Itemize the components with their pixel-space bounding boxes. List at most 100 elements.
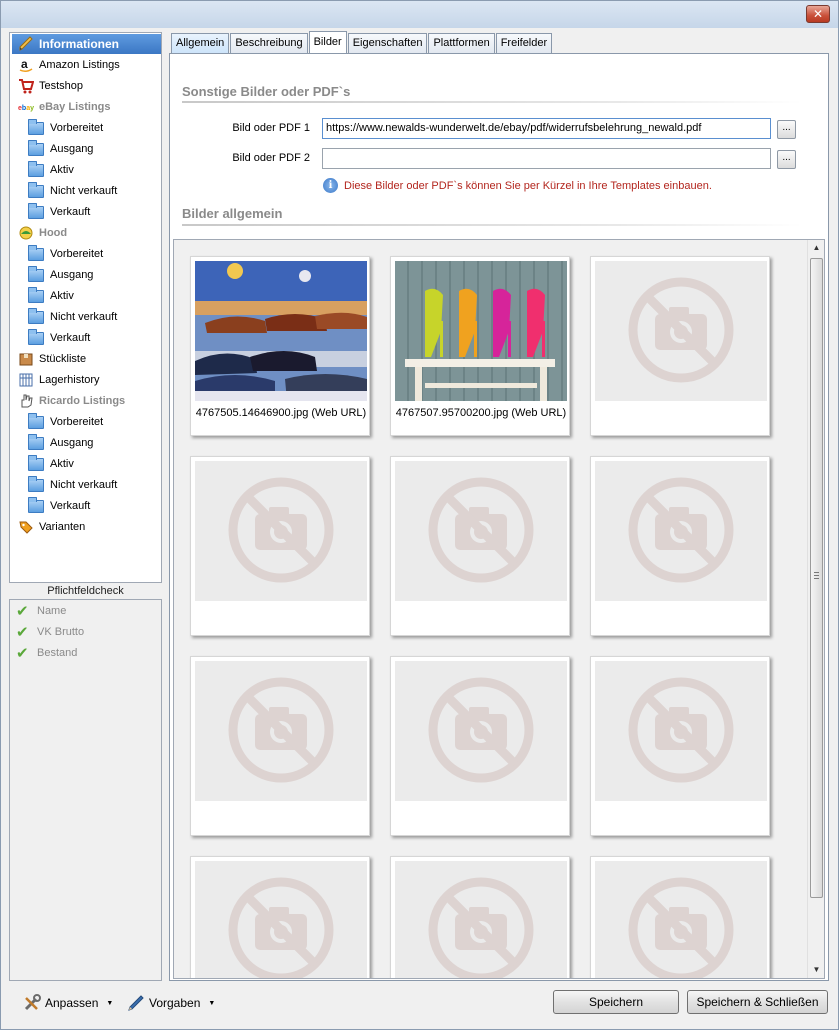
image-gallery: 4767507.95700200.jpg (Web URL) 4767505.14… [173, 239, 825, 979]
scroll-up-icon[interactable]: ▲ [808, 240, 824, 256]
info-note: i Diese Bilder oder PDF`s können Sie per… [323, 178, 712, 193]
tab-eigenschaften[interactable]: Eigenschaften [347, 33, 428, 53]
close-button[interactable]: ✕ [806, 5, 830, 23]
nav-item-aktiv[interactable]: Aktiv [12, 454, 161, 474]
image-thumbnail[interactable] [395, 461, 567, 601]
field1-browse-button[interactable]: ... [777, 120, 796, 139]
image-thumbnail[interactable] [595, 861, 767, 978]
no-image-icon [628, 877, 734, 978]
folder-icon [28, 412, 44, 429]
nav-item-aktiv[interactable]: Aktiv [12, 160, 161, 180]
nav-item-amazon-listings[interactable]: a Amazon Listings [12, 55, 161, 75]
nav-item-nicht-verkauft[interactable]: Nicht verkauft [12, 307, 161, 327]
image-card[interactable] [590, 456, 770, 636]
pen-icon [128, 995, 144, 1011]
image-thumbnail[interactable] [395, 861, 567, 978]
shopping-cart-icon [19, 79, 34, 94]
tab-allgemein[interactable]: Allgemein [171, 33, 230, 53]
nav-item-label: Vorbereitet [50, 248, 104, 260]
image-card[interactable] [390, 456, 570, 636]
field2-browse-button[interactable]: ... [777, 150, 796, 169]
image-card[interactable] [190, 456, 370, 636]
image-card[interactable] [190, 656, 370, 836]
nav-item-ricardo-listings[interactable]: Ricardo Listings [12, 391, 161, 411]
image-thumbnail[interactable] [195, 461, 367, 601]
nav-item-label: Verkauft [50, 500, 91, 512]
nav-item-label: Stückliste [39, 353, 87, 365]
image-card[interactable]: 4767507.95700200.jpg (Web URL) [390, 256, 570, 436]
nav-item-verkauft[interactable]: Verkauft [12, 328, 161, 348]
nav-item-varianten[interactable]: Varianten [12, 517, 161, 537]
vorgaben-dropdown[interactable]: Vorgaben ▼ [127, 994, 215, 1012]
nav-item-ausgang[interactable]: Ausgang [12, 433, 161, 453]
section-divider [182, 224, 802, 226]
nav-item-verkauft[interactable]: Verkauft [12, 202, 161, 222]
close-icon: ✕ [812, 7, 824, 21]
image-thumbnail[interactable] [195, 261, 367, 401]
shoes-photo [195, 261, 367, 401]
pflicht-item: ✔ Bestand [16, 644, 77, 662]
image-thumbnail[interactable] [195, 861, 367, 978]
image-thumbnail[interactable] [595, 261, 767, 401]
pflicht-item-label: Bestand [37, 647, 78, 659]
folder-icon [28, 265, 44, 282]
nav-item-aktiv[interactable]: Aktiv [12, 286, 161, 306]
image-caption: 4767505.14646900.jpg (Web URL) [195, 407, 367, 419]
nav-item-informationen[interactable]: Informationen [12, 34, 161, 54]
nav-item-vorbereitet[interactable]: Vorbereitet [12, 412, 161, 432]
tab-freifelder[interactable]: Freifelder [495, 33, 553, 53]
image-card[interactable] [590, 256, 770, 436]
nav-item-ausgang[interactable]: Ausgang [12, 139, 161, 159]
nav-item-nicht-verkauft[interactable]: Nicht verkauft [12, 475, 161, 495]
tools-icon [24, 994, 41, 1011]
nav-item-label: Nicht verkauft [50, 311, 118, 323]
nav-item-label: Lagerhistory [39, 374, 100, 386]
anpassen-dropdown[interactable]: Anpassen ▼ [23, 994, 113, 1012]
image-thumbnail[interactable] [595, 461, 767, 601]
nav-item-vorbereitet[interactable]: Vorbereitet [12, 118, 161, 138]
image-card[interactable]: 4767505.14646900.jpg (Web URL) [190, 256, 370, 436]
image-card[interactable] [390, 856, 570, 978]
field1-input[interactable]: https://www.newalds-wunderwelt.de/ebay/p… [322, 118, 771, 139]
nav-item-lagerhistory[interactable]: Lagerhistory [12, 370, 161, 390]
save-and-close-button[interactable]: Speichern & Schließen [687, 990, 828, 1014]
image-thumbnail[interactable] [195, 661, 367, 801]
image-thumbnail[interactable] [395, 661, 567, 801]
tab-plattformen[interactable]: Plattformen [428, 33, 495, 53]
nav-item-stückliste[interactable]: Stückliste [12, 349, 161, 369]
grip-line [814, 572, 819, 573]
image-card[interactable] [590, 656, 770, 836]
scroll-thumb[interactable] [810, 258, 823, 898]
nav-item-label: Nicht verkauft [50, 185, 118, 197]
image-thumbnail[interactable] [395, 261, 567, 401]
no-image-icon [628, 477, 734, 583]
gallery-scrollbar[interactable]: ▲ ▼ [807, 240, 824, 978]
image-card[interactable] [390, 656, 570, 836]
pflicht-item-label: VK Brutto [37, 626, 85, 638]
checkmark-icon: ✔ [16, 624, 29, 641]
nav-item-ausgang[interactable]: Ausgang [12, 265, 161, 285]
nav-item-testshop[interactable]: Testshop [12, 76, 161, 96]
field2-label: Bild oder PDF 2 [232, 152, 310, 164]
nav-item-nicht-verkauft[interactable]: Nicht verkauft [12, 181, 161, 201]
tab-beschreibung[interactable]: Beschreibung [230, 33, 308, 53]
image-card[interactable] [590, 856, 770, 978]
tab-bilder[interactable]: Bilder [308, 31, 347, 53]
nav-item-verkauft[interactable]: Verkauft [12, 496, 161, 516]
image-thumbnail[interactable] [595, 661, 767, 801]
no-image-icon [228, 677, 334, 783]
image-card[interactable] [190, 856, 370, 978]
anpassen-label: Anpassen [45, 996, 99, 1010]
nav-item-label: Aktiv [50, 164, 74, 176]
navigation-tree: Informationen a Amazon Listings Testshop eba… [9, 32, 162, 583]
folder-icon [28, 433, 44, 450]
field1-label: Bild oder PDF 1 [232, 122, 310, 134]
nav-item-ebay-listings[interactable]: ebay eBay Listings [12, 97, 161, 117]
field2-input[interactable] [322, 148, 771, 169]
no-image-icon [428, 477, 534, 583]
scroll-down-icon[interactable]: ▼ [808, 962, 824, 978]
nav-item-hood[interactable]: Hood [12, 223, 161, 243]
nav-item-vorbereitet[interactable]: Vorbereitet [12, 244, 161, 264]
save-button[interactable]: Speichern [553, 990, 679, 1014]
pencil-icon [19, 36, 33, 51]
